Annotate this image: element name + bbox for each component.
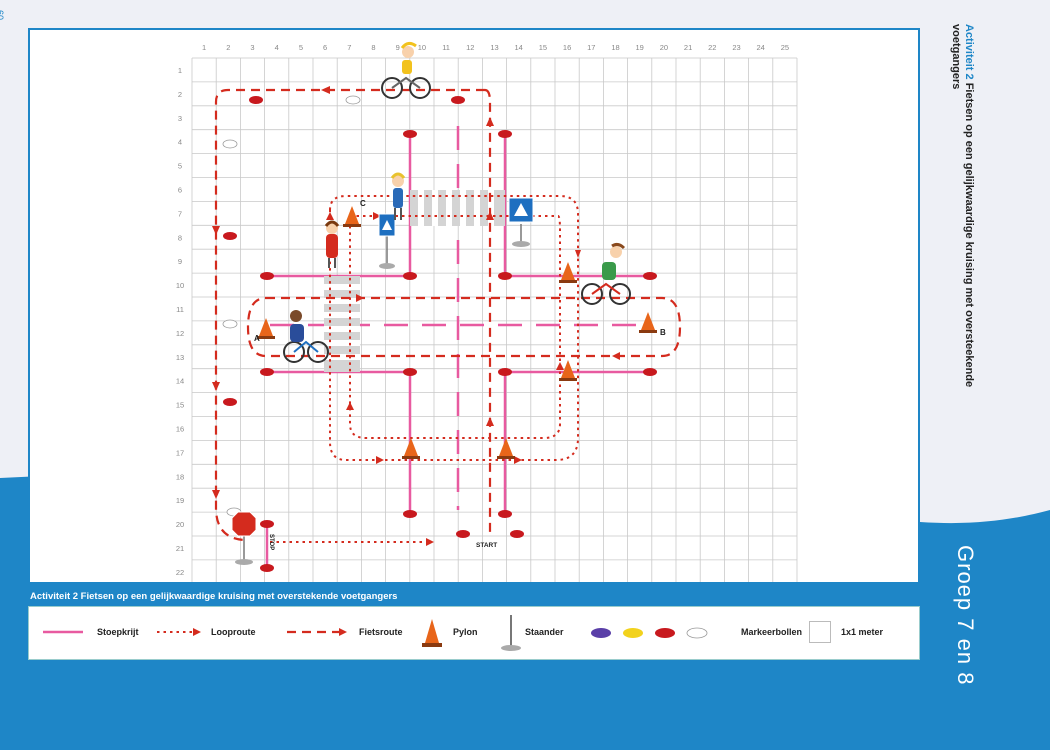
row-label: 4 [178,138,182,147]
column-label: 2 [226,43,230,52]
pedestrian-girl-red [324,220,340,268]
pedestrian-boy-blue [390,172,406,220]
column-label: 8 [371,43,375,52]
row-label: 17 [176,448,184,457]
legend-cone-symbol [422,619,442,647]
start-label: START [476,542,497,549]
row-label: 19 [176,496,184,505]
crossing-sign-right [508,197,534,247]
legend-cycling-route-symbol [287,628,347,636]
cycling-routes [214,88,682,542]
column-label: 11 [442,43,450,52]
crossing-sign-left [378,213,396,269]
side-title: Activiteit 2 Fietsen op een gelijkwaardi… [949,24,975,424]
caption: Activiteit 2 Fietsen op een gelijkwaardi… [30,591,398,602]
legend-looproute: Looproute [211,627,256,637]
marker-c-label: C [360,199,366,208]
row-label: 11 [176,305,184,314]
legend-staander: Staander [525,627,564,637]
row-label: 14 [176,377,184,386]
diagram-frame: 1 2 3 4 5 6 7 8 9 10 11 12 13 14 15 16 17 18 19 20 21 22 23 24 2… [28,28,920,584]
legend-walking-route-symbol [157,628,201,636]
column-label: 7 [347,43,351,52]
row-label: 7 [178,209,182,218]
column-label: 14 [515,43,523,52]
legend-stoepkrijt: Stoepkrijt [97,627,139,637]
row-label: 2 [178,90,182,99]
row-label: 9 [178,257,182,266]
row-label: 22 [176,568,184,577]
legend-fietsroute: Fietsroute [359,627,403,637]
row-label: 16 [176,424,184,433]
column-label: 12 [466,43,474,52]
row-label: 3 [178,114,182,123]
column-label: 13 [490,43,498,52]
grid [191,57,798,582]
row-label: 20 [176,520,184,529]
stop-label: STOP [268,534,274,550]
row-label: 1 [178,66,182,75]
walking-arrows [326,212,581,546]
diagram-canvas: 1 2 3 4 5 6 7 8 9 10 11 12 13 14 15 16 17 18 19 20 21 22 23 24 2… [176,41,798,582]
legend-markeerbollen: Markeerbollen [741,627,803,637]
marker-b-label: B [660,328,666,337]
legend-pylon: Pylon [453,627,478,637]
column-label: 4 [275,43,279,52]
row-label: 6 [178,185,182,194]
row-label: 18 [176,472,184,481]
row-label: 21 [176,544,184,553]
legend-meter: 1x1 meter [841,627,884,637]
cyclist-boy-left [283,310,329,363]
side-title-activity: Activiteit 2 [963,24,975,80]
row-label: 10 [176,281,184,290]
column-label: 15 [539,43,547,52]
legend-marker-discs-symbol [591,627,708,639]
marker-a-label: A [254,334,260,343]
row-labels: 12345678910111213141516171819202122 [176,66,184,577]
row-label: 5 [178,162,182,171]
cycling-arrows [212,86,620,499]
column-label: 17 [587,43,595,52]
column-label: 21 [684,43,692,52]
column-label: 23 [732,43,740,52]
column-label: 1 [202,43,206,52]
page-number: 60 [0,10,5,21]
column-label: 24 [757,43,765,52]
column-label: 22 [708,43,716,52]
zebra-crossing-left [324,276,360,372]
column-label: 16 [563,43,571,52]
column-label: 5 [299,43,303,52]
column-labels: 1 2 3 4 5 6 7 8 9 10 11 12 13 14 15 16 17 18 19 20 21 22 23 24 2… [202,43,789,52]
marker-discs-red [223,96,657,572]
row-label: 15 [176,401,184,410]
cyclist-girl-right [581,242,631,305]
row-label: 8 [178,233,182,242]
legend-chalk-line-symbol [43,630,83,634]
column-label: 18 [611,43,619,52]
column-label: 9 [396,43,400,52]
column-label: 10 [418,43,426,52]
row-label: 13 [176,353,184,362]
group-label: Groep 7 en 8 [953,545,978,686]
legend-grid-cell-symbol [809,621,831,643]
row-label: 12 [176,329,184,338]
legend-stand-symbol [501,615,521,651]
column-label: 3 [250,43,254,52]
column-label: 20 [660,43,668,52]
column-label: 25 [781,43,789,52]
column-label: 19 [636,43,644,52]
column-label: 6 [323,43,327,52]
legend: Stoepkrijt Looproute Fietsroute Pylon St… [28,606,920,660]
